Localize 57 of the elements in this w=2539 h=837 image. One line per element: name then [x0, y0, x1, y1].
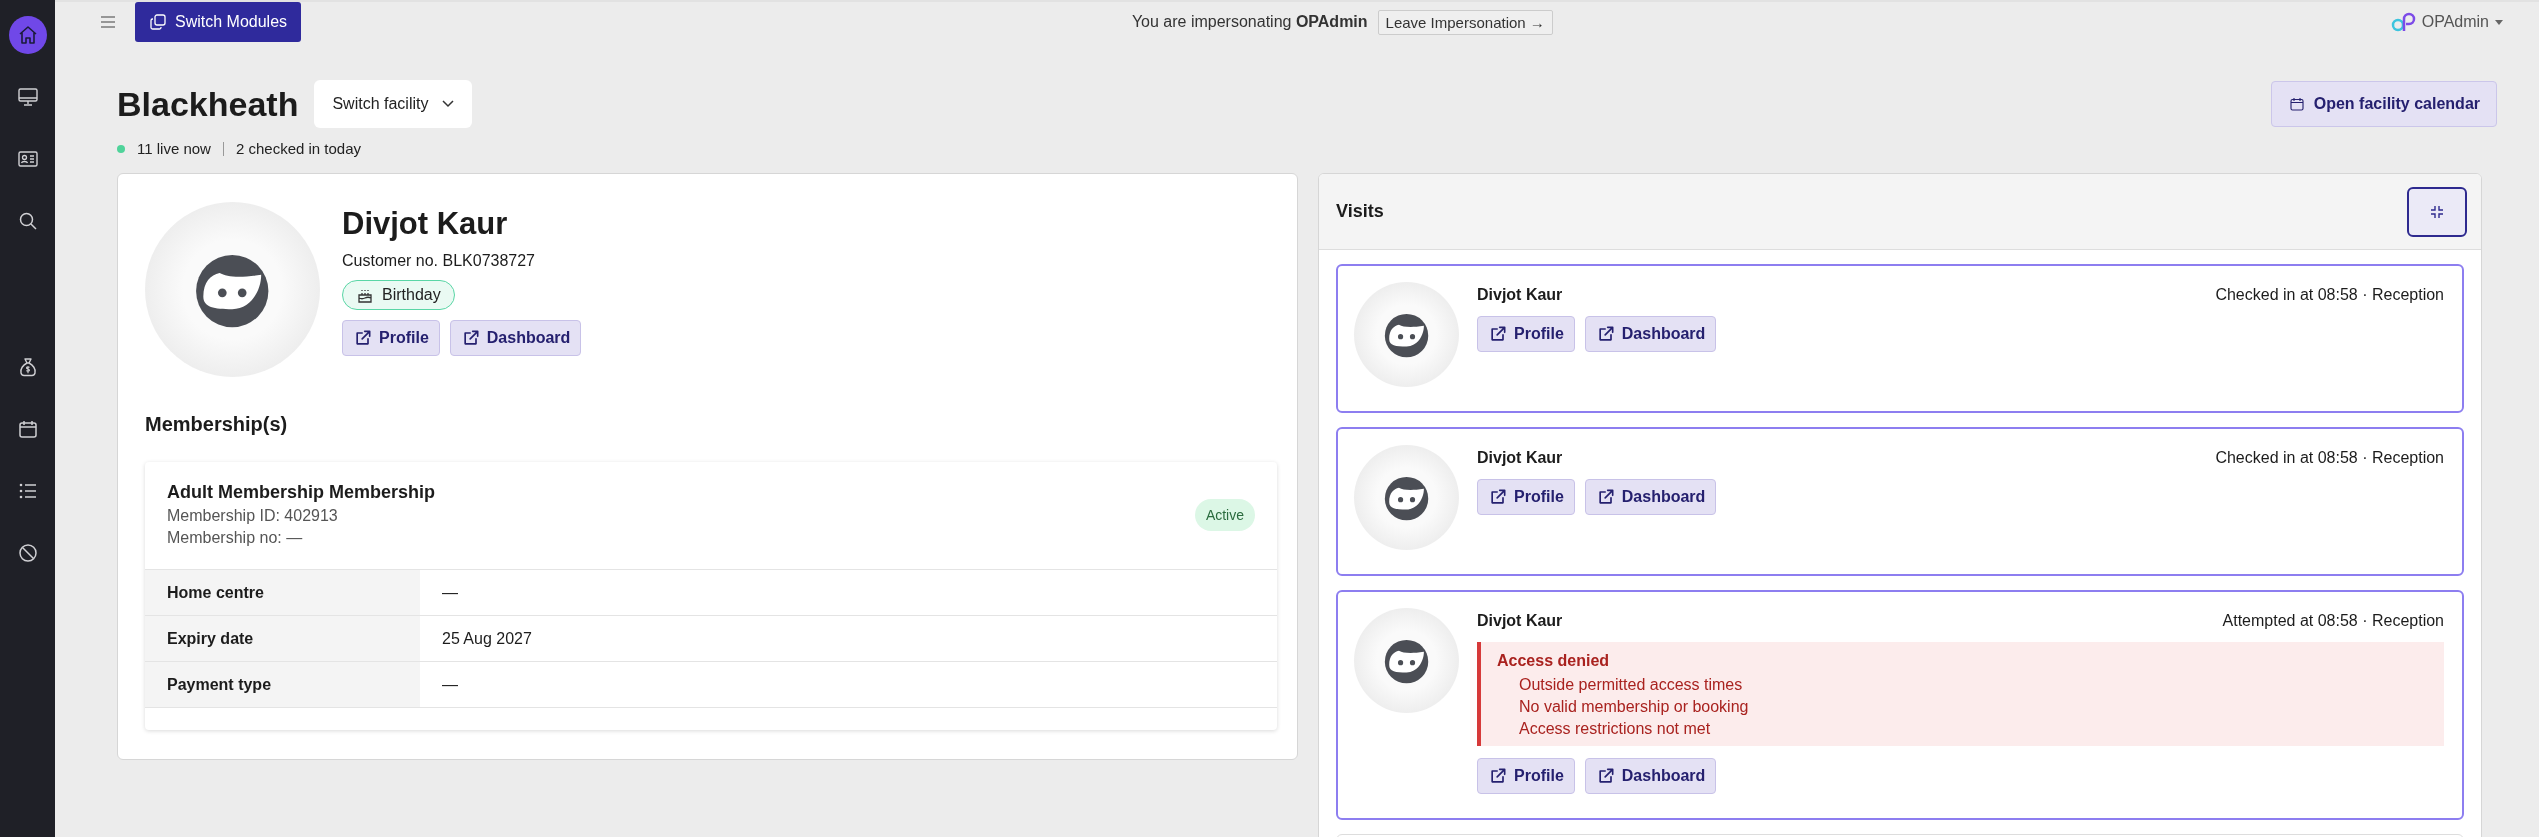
- collapse-button[interactable]: [2407, 186, 2467, 237]
- visitor-name: Divjot Kaur: [1477, 449, 1563, 467]
- membership-id: Membership ID: 402913: [167, 507, 339, 525]
- monitor-icon: [15, 85, 40, 109]
- external-link-icon: [1488, 766, 1508, 786]
- calendar-icon: [2287, 95, 2306, 113]
- chevron-down-icon: [442, 100, 455, 108]
- denial-reason: Access restrictions not met: [1518, 720, 1712, 738]
- logo-icon: [2389, 11, 2416, 33]
- visit-status: Attempted at 08:58 · Reception: [2222, 612, 2444, 630]
- external-link-icon: [353, 328, 373, 348]
- external-link-button[interactable]: Dashboard: [1584, 479, 1717, 515]
- field-value: —: [441, 674, 459, 695]
- customer-number: Customer no. BLK0738727: [342, 252, 535, 270]
- visitor-name: Divjot Kaur: [1477, 286, 1563, 304]
- denial-reason: Outside permitted access times: [1518, 676, 1744, 694]
- membership-number: Membership no: —: [167, 529, 304, 547]
- membership-title: Adult Membership Membership: [167, 482, 437, 503]
- panel-title: Visits: [1336, 201, 1384, 222]
- field-label: Home centre: [145, 570, 420, 615]
- external-link-button[interactable]: Dashboard: [1584, 316, 1717, 352]
- field-label: Expiry date: [145, 616, 420, 661]
- live-status-dot: [117, 144, 125, 153]
- alert-title: Access denied: [1497, 652, 1611, 670]
- external-link-icon: [1488, 324, 1508, 344]
- impersonation-message: You are impersonating OPAdmin: [1131, 13, 1368, 31]
- switch-facility-dropdown[interactable]: Switch facility: [314, 80, 473, 128]
- section-heading: Membership(s): [145, 413, 289, 436]
- customer-name: Divjot Kaur: [342, 206, 508, 242]
- external-link-button[interactable]: Profile: [1477, 758, 1575, 794]
- collapse-icon: [2429, 203, 2445, 220]
- external-link-button[interactable]: Profile: [1477, 479, 1575, 515]
- denial-reason: No valid membership or booking: [1518, 698, 1750, 716]
- leave-impersonation-button[interactable]: Leave Impersonation →: [1377, 9, 1553, 35]
- switch-modules-button[interactable]: Switch Modules: [135, 2, 302, 42]
- field-value: —: [441, 582, 459, 603]
- copy-icon: [149, 13, 167, 31]
- external-link-button[interactable]: Profile: [1477, 316, 1575, 352]
- caret-icon: [2495, 19, 2503, 25]
- visit-status: Checked in at 08:58 · Reception: [2215, 286, 2444, 304]
- birthday-tag: Birthday: [342, 280, 455, 310]
- visit-status: Checked in at 08:58 · Reception: [2215, 449, 2444, 467]
- open-calendar-button[interactable]: Open facility calendar: [2270, 81, 2497, 127]
- visitor-name: Divjot Kaur: [1477, 612, 1563, 630]
- facility-title: Blackheath: [117, 84, 299, 124]
- external-link-button[interactable]: Profile: [342, 320, 440, 356]
- external-link-button[interactable]: Dashboard: [1584, 758, 1717, 794]
- external-link-icon: [1488, 487, 1508, 507]
- external-link-button[interactable]: Dashboard: [449, 320, 582, 356]
- stat-text: 2 checked in today: [235, 140, 362, 157]
- home-nav-button[interactable]: [8, 16, 47, 54]
- stat-text: 11 live now: [137, 140, 211, 157]
- user-menu[interactable]: OPAdmin: [2383, 10, 2509, 34]
- status-badge: Active: [1194, 498, 1255, 531]
- field-value: 25 Aug 2027: [441, 628, 533, 649]
- menu-icon: [99, 13, 117, 31]
- field-label: Payment type: [145, 662, 420, 707]
